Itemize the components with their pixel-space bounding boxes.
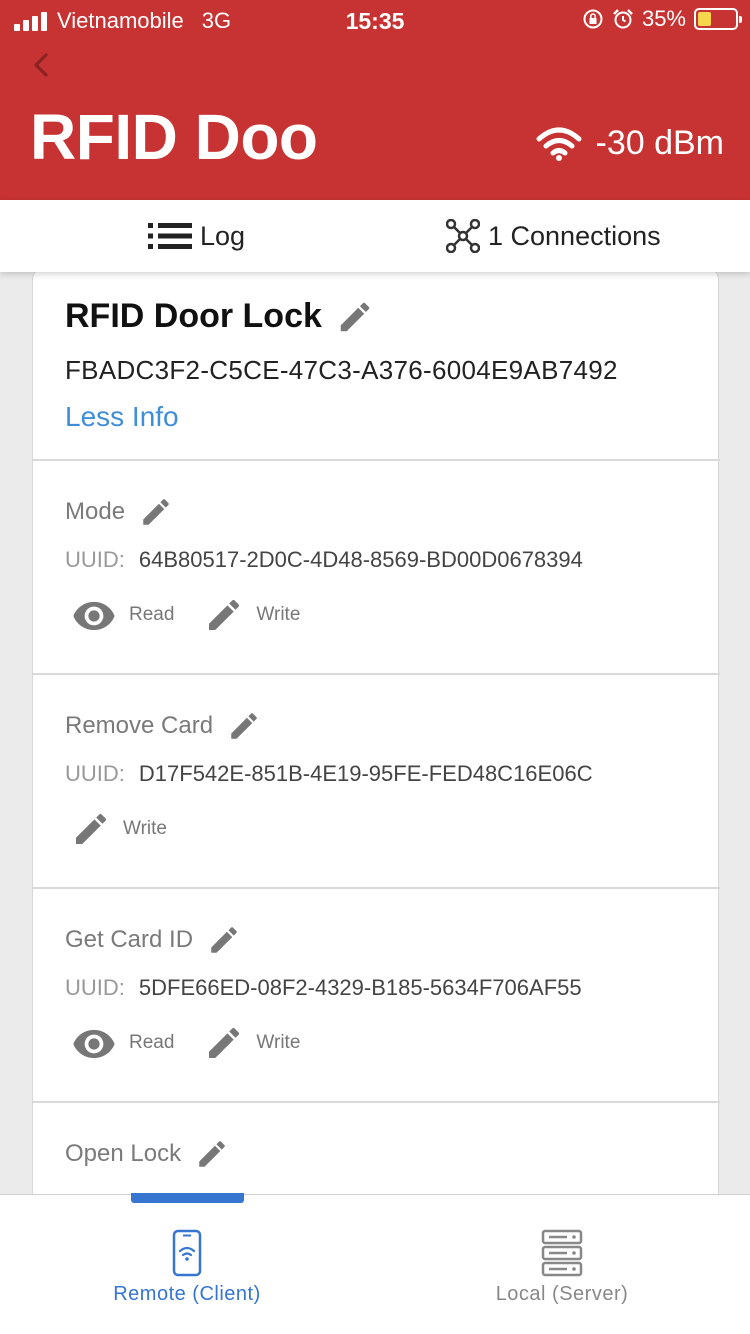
page-title: RFID Doo (30, 101, 318, 173)
characteristic-actions: Read Write (71, 1023, 330, 1063)
write-button[interactable]: Write (204, 595, 300, 635)
device-name-row: RFID Door Lock (65, 297, 374, 336)
eye-icon (73, 601, 115, 630)
wifi-icon (536, 127, 581, 161)
local-server-label: Local (Server) (495, 1283, 629, 1305)
pencil-icon[interactable] (139, 495, 173, 529)
write-label: Write (256, 1032, 301, 1053)
chevron-left-icon[interactable] (26, 48, 56, 82)
content-scroll[interactable]: RFID Door Lock FBADC3F2-C5CE-47C3-A376-6… (0, 272, 750, 1194)
server-icon (541, 1229, 583, 1277)
characteristic-name-row: Mode (65, 495, 173, 529)
connections-label: 1 Connections (488, 220, 661, 251)
write-button[interactable]: Write (204, 1023, 300, 1063)
characteristic-item: Mode UUID: 64B80517-2D0C-4D48-8569-BD00D0… (33, 461, 720, 673)
characteristic-item: Open Lock (33, 1103, 720, 1194)
write-button[interactable]: Write (71, 809, 167, 849)
characteristic-name: Open Lock (65, 1140, 182, 1167)
characteristic-name-row: Remove Card (65, 709, 261, 743)
characteristic-actions: Write (71, 809, 197, 849)
battery-icon (694, 8, 742, 30)
connections-button[interactable]: 1 Connections (446, 200, 661, 272)
read-button[interactable]: Read (71, 600, 174, 630)
rssi-value: -30 dBm (595, 124, 725, 162)
uuid-value: 64B80517-2D0C-4D48-8569-BD00D0678394 (138, 547, 583, 572)
read-button[interactable]: Read (71, 1028, 174, 1058)
pencil-icon[interactable] (336, 298, 374, 336)
characteristic-item: Remove Card UUID: D17F542E-851B-4E19-95FE… (33, 675, 720, 887)
device-card: RFID Door Lock FBADC3F2-C5CE-47C3-A376-6… (32, 272, 720, 1194)
device-name: RFID Door Lock (65, 297, 322, 335)
status-right: 35% (582, 6, 742, 32)
uuid-value: D17F542E-851B-4E19-95FE-FED48C16E06C (138, 761, 593, 786)
active-tab-indicator (131, 1193, 244, 1203)
uuid-label: UUID: (65, 761, 125, 786)
characteristic-uuid: UUID: 64B80517-2D0C-4D48-8569-BD00D067839… (65, 547, 583, 573)
characteristic-uuid: UUID: 5DFE66ED-08F2-4329-B185-5634F706AF5… (65, 975, 582, 1001)
characteristic-name: Remove Card (65, 712, 214, 739)
write-label: Write (256, 604, 301, 625)
bottom-nav: Remote (Client) Local (Server) (0, 1193, 750, 1334)
pencil-icon (209, 1027, 240, 1058)
less-info-link[interactable]: Less Info (65, 401, 179, 433)
pencil-icon (76, 813, 107, 844)
alarm-icon (613, 9, 633, 29)
tab-local-server[interactable]: Local (Server) (412, 1229, 712, 1306)
write-label: Write (123, 818, 167, 839)
uuid-value: 5DFE66ED-08F2-4329-B185-5634F706AF55 (138, 975, 582, 1000)
rotation-lock-icon (583, 9, 603, 29)
characteristic-name-row: Open Lock (65, 1137, 229, 1171)
remote-client-label: Remote (Client) (113, 1283, 261, 1305)
eye-icon (73, 1029, 115, 1058)
characteristic-actions: Read Write (71, 595, 330, 635)
read-label: Read (129, 604, 175, 625)
rssi-indicator: -30 dBm (536, 124, 725, 163)
status-bar: Vietnamobile 3G 15:35 35% (0, 0, 750, 42)
characteristic-name-row: Get Card ID (65, 923, 241, 957)
network-nodes-icon (446, 219, 480, 253)
list-icon (148, 223, 192, 249)
read-label: Read (129, 1032, 175, 1053)
app-header: Vietnamobile 3G 15:35 35% RFID Doo -30 d… (0, 0, 750, 200)
uuid-label: UUID: (65, 547, 125, 572)
pencil-icon[interactable] (207, 923, 241, 957)
characteristic-uuid: UUID: D17F542E-851B-4E19-95FE-FED48C16E06… (65, 761, 593, 787)
tab-remote-client[interactable]: Remote (Client) (37, 1229, 337, 1306)
characteristic-name: Mode (65, 498, 126, 525)
log-label: Log (200, 220, 246, 251)
characteristic-name: Get Card ID (65, 926, 194, 953)
pencil-icon[interactable] (195, 1137, 229, 1171)
uuid-label: UUID: (65, 975, 125, 1000)
phone-wifi-icon (172, 1229, 202, 1277)
top-tab-bar: Log 1 Connections (0, 200, 750, 272)
pencil-icon[interactable] (227, 709, 261, 743)
device-uuid: FBADC3F2-C5CE-47C3-A376-6004E9AB7492 (65, 355, 618, 385)
battery-percent: 35% (641, 6, 686, 31)
characteristic-item: Get Card ID UUID: 5DFE66ED-08F2-4329-B185… (33, 889, 720, 1101)
pencil-icon (209, 599, 240, 630)
log-button[interactable]: Log (148, 200, 245, 272)
